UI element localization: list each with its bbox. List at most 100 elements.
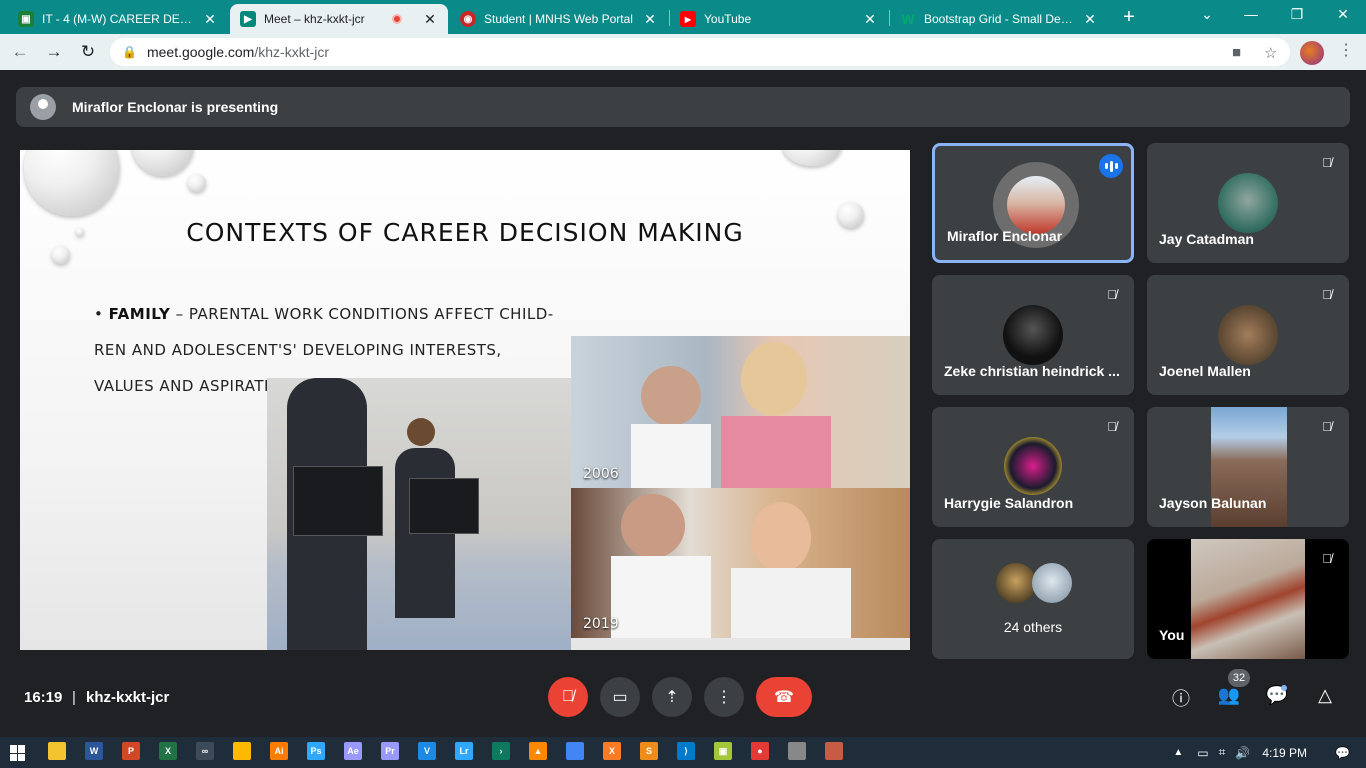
- mic-off-icon: 🎙̸: [1107, 287, 1117, 302]
- illustrator-icon[interactable]: Ai: [270, 742, 288, 760]
- participant-avatar: [1003, 305, 1063, 365]
- tab-search-icon[interactable]: ⌄: [1192, 6, 1222, 23]
- url-path: /khz-kxkt-jcr: [254, 44, 330, 60]
- photo-figure: [621, 494, 685, 558]
- participant-tile[interactable]: 🎙̸ Jayson Balunan: [1147, 407, 1349, 527]
- profile-avatar[interactable]: [1300, 41, 1324, 65]
- more-options-button[interactable]: ⋮: [704, 677, 744, 717]
- participant-tile[interactable]: 🎙̸ Zeke christian heindrick ...: [932, 275, 1134, 395]
- notifications-icon[interactable]: 💬: [1335, 746, 1350, 760]
- close-window-button[interactable]: ✕: [1328, 6, 1358, 23]
- volume-icon[interactable]: 🔊: [1235, 746, 1250, 760]
- present-button[interactable]: ⇡: [652, 677, 692, 717]
- restore-button[interactable]: ❐: [1282, 6, 1312, 23]
- tab-meet[interactable]: ▶ Meet – khz-kxkt-jcr ✕: [230, 4, 448, 34]
- premiere-icon[interactable]: Pr: [381, 742, 399, 760]
- meeting-info-icon[interactable]: ⓘ: [1168, 685, 1194, 711]
- chrome-icon[interactable]: [566, 742, 584, 760]
- people-icon[interactable]: 👥: [1216, 685, 1242, 706]
- sublime-icon[interactable]: S: [640, 742, 658, 760]
- photoshop-icon[interactable]: Ps: [307, 742, 325, 760]
- vscode-icon[interactable]: ⟩: [677, 742, 695, 760]
- minimize-button[interactable]: —: [1236, 6, 1266, 22]
- new-tab-button[interactable]: +: [1118, 6, 1140, 29]
- tab-mnhs-portal[interactable]: ◉ Student | MNHS Web Portal ✕: [450, 4, 668, 34]
- back-icon[interactable]: ←: [6, 38, 34, 66]
- mic-toggle-button[interactable]: 🎙̸: [548, 677, 588, 717]
- browser-menu-icon[interactable]: ⋮: [1338, 40, 1354, 60]
- paint-icon[interactable]: [233, 742, 251, 760]
- tab-bootstrap[interactable]: W Bootstrap Grid - Small Device ✕: [890, 4, 1108, 34]
- photo-year: 2019: [583, 616, 619, 632]
- meeting-controls-bar: 16:19 | khz-kxkt-jcr 🎙̸ ▭ ⇡ ⋮ ☎ ⓘ 👥 32 💬…: [0, 665, 1366, 737]
- close-icon[interactable]: ✕: [1082, 11, 1098, 28]
- recording-icon: [392, 14, 402, 24]
- link-icon[interactable]: ∞: [196, 742, 214, 760]
- tab-youtube[interactable]: ▶ YouTube ✕: [670, 4, 888, 34]
- chat-notification-dot: [1281, 685, 1287, 691]
- camera-permission-icon[interactable]: ■: [1232, 44, 1241, 61]
- record-icon[interactable]: ●: [751, 742, 769, 760]
- youtube-icon: ▶: [680, 11, 696, 27]
- chrome-active-icon[interactable]: [788, 742, 806, 760]
- system-tray: ▲ ▭ ⌗ 🔊 4:19 PM 💬: [1173, 737, 1366, 768]
- school-icon: ◉: [460, 11, 476, 27]
- photo-figure: [731, 568, 851, 638]
- arrow-icon[interactable]: ›: [492, 742, 510, 760]
- participant-tile[interactable]: 🎙̸ Harrygie Salandron: [932, 407, 1134, 527]
- file-explorer-icon[interactable]: [48, 742, 66, 760]
- participant-name: You: [1159, 627, 1185, 643]
- camera-toggle-button[interactable]: ▭: [600, 677, 640, 717]
- leave-call-button[interactable]: ☎: [756, 677, 812, 717]
- lightroom-icon[interactable]: Lr: [455, 742, 473, 760]
- others-count: 24 others: [1003, 619, 1063, 635]
- windows-start-icon[interactable]: [10, 745, 26, 761]
- powerpoint-icon[interactable]: P: [122, 742, 140, 760]
- vlc-icon[interactable]: ▲: [529, 742, 547, 760]
- photo-laptop: [409, 478, 479, 534]
- photo-mother-and-child-laptops: [267, 378, 571, 650]
- powerpoint-active-icon[interactable]: [825, 742, 843, 760]
- word-icon[interactable]: W: [85, 742, 103, 760]
- after-effects-icon[interactable]: Ae: [344, 742, 362, 760]
- close-icon[interactable]: ✕: [202, 11, 218, 28]
- photo-laptop: [293, 466, 383, 536]
- close-icon[interactable]: ✕: [642, 11, 658, 28]
- photo-figure: [611, 556, 711, 638]
- mic-off-icon: 🎙̸: [1107, 419, 1117, 434]
- network-icon[interactable]: ⌗: [1219, 745, 1226, 760]
- photo-figure: [741, 342, 807, 416]
- water-drop: [188, 174, 206, 192]
- tab-title: Student | MNHS Web Portal: [484, 12, 633, 26]
- water-drop: [782, 150, 842, 166]
- participant-name: Harrygie Salandron: [944, 495, 1074, 511]
- participant-tile[interactable]: 🎙̸ Joenel Mallen: [1147, 275, 1349, 395]
- forward-icon[interactable]: →: [40, 38, 68, 66]
- photo-figure: [641, 366, 701, 426]
- tab-career-dev[interactable]: ▣ IT - 4 (M-W) CAREER DEV (4:0 ✕: [8, 4, 228, 34]
- participant-avatar: [1004, 437, 1062, 495]
- taskbar-clock[interactable]: 4:19 PM: [1262, 746, 1307, 760]
- android-icon[interactable]: ▣: [714, 742, 732, 760]
- photo-year: 2006: [583, 466, 619, 482]
- close-icon[interactable]: ✕: [422, 11, 438, 28]
- address-bar[interactable]: 🔒 meet.google.com/khz-kxkt-jcr: [110, 38, 1290, 66]
- close-icon[interactable]: ✕: [862, 11, 878, 28]
- battery-icon[interactable]: ▭: [1197, 746, 1208, 760]
- v-icon[interactable]: V: [418, 742, 436, 760]
- participant-tile[interactable]: 🎙̸ Jay Catadman: [1147, 143, 1349, 263]
- activities-icon[interactable]: △: [1312, 685, 1338, 706]
- photo-pilot-2006: 2006: [571, 336, 910, 488]
- windows-taskbar: W P X ∞ Ai Ps Ae Pr V Lr › ▲ X S ⟩ ▣ ● ▲ ▭ ⌗ 🔊 4:19 PM 💬: [0, 737, 1366, 768]
- participant-tile[interactable]: Miraflor Enclonar: [932, 143, 1134, 263]
- tray-expand-icon[interactable]: ▲: [1173, 747, 1183, 758]
- self-tile[interactable]: 🎙̸ You: [1147, 539, 1349, 659]
- present-screen-icon: ⇡: [665, 689, 679, 706]
- lock-icon: 🔒: [122, 45, 137, 59]
- bookmark-star-icon[interactable]: ☆: [1264, 44, 1277, 62]
- divider: |: [72, 689, 76, 706]
- xampp-icon[interactable]: X: [603, 742, 621, 760]
- excel-icon[interactable]: X: [159, 742, 177, 760]
- reload-icon[interactable]: ↻: [74, 38, 102, 66]
- others-tile[interactable]: 24 others: [932, 539, 1134, 659]
